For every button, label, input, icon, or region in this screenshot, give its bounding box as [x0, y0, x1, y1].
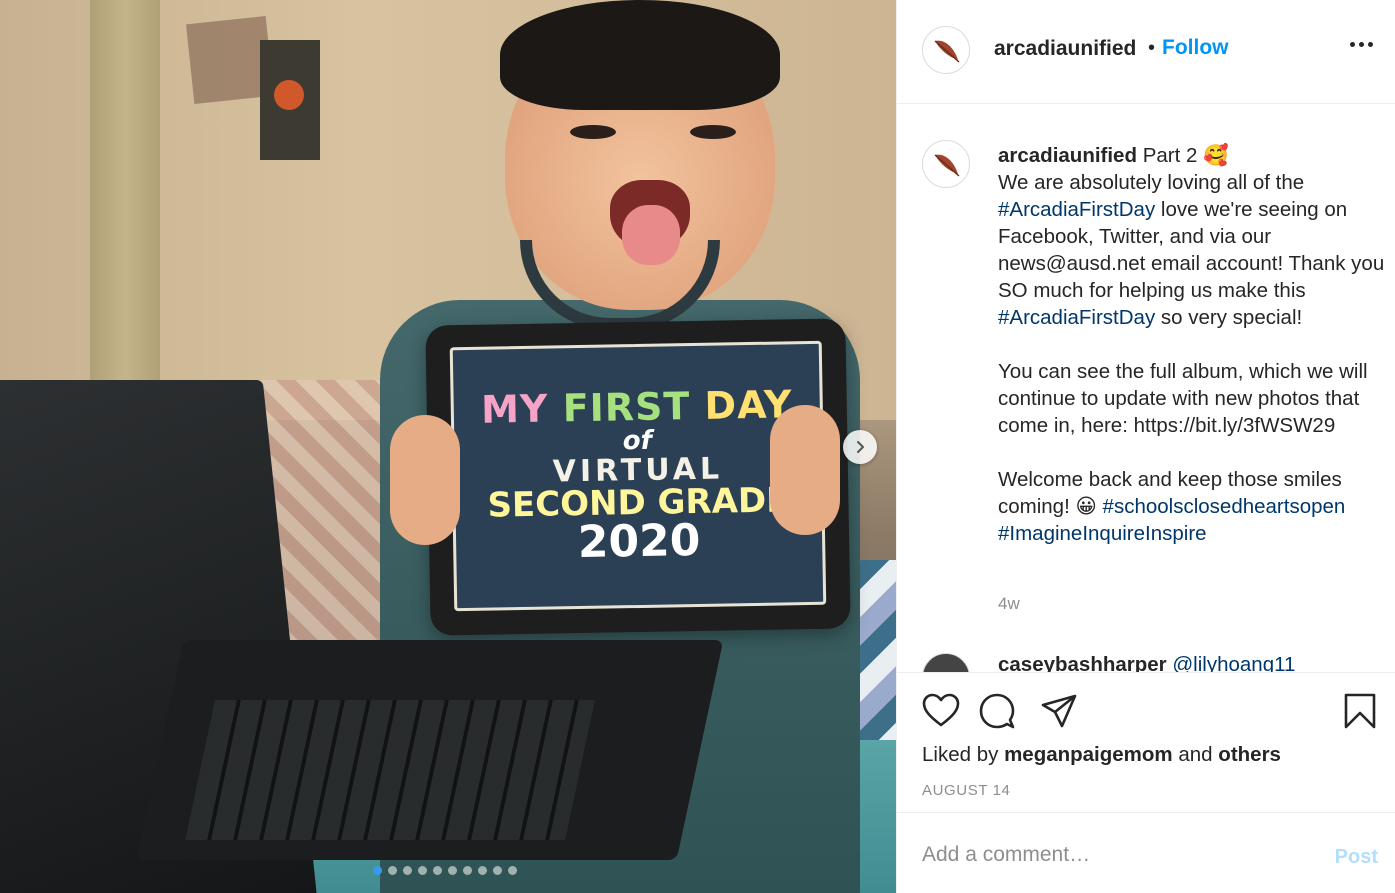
hashtag-link[interactable]: #ArcadiaFirstDay	[998, 306, 1155, 329]
caption-text: You can see the full album, which we wil…	[998, 360, 1368, 437]
carousel-dot	[448, 866, 457, 875]
comment-item: caseybashharper @lilyhoang11	[922, 653, 1392, 673]
feather-icon	[934, 40, 960, 63]
hashtag-link[interactable]: #ImagineInquireInspire	[998, 522, 1207, 545]
like-button[interactable]	[921, 691, 961, 731]
carousel-dot	[433, 866, 442, 875]
comment-username[interactable]: caseybashharper	[998, 653, 1167, 673]
liked-by-others-link[interactable]: others	[1218, 743, 1281, 766]
comment-input[interactable]	[922, 843, 1302, 867]
laptop-keyboard	[185, 700, 595, 840]
liked-by-username[interactable]: meganpaigemom	[1004, 743, 1173, 766]
child-hand	[390, 415, 460, 545]
carousel-indicator	[373, 866, 517, 875]
carousel-dot	[463, 866, 472, 875]
child-eye	[690, 125, 736, 139]
hashtag-link[interactable]: #schoolsclosedheartsopen	[1103, 495, 1346, 518]
mention-link[interactable]: @lilyhoang11	[1172, 653, 1295, 673]
caption-avatar[interactable]	[922, 140, 970, 188]
carousel-dot	[508, 866, 517, 875]
carousel-dot	[388, 866, 397, 875]
comment-icon	[979, 693, 1015, 729]
avatar[interactable]	[922, 653, 970, 673]
caption-text: We are absolutely loving all of the	[998, 171, 1305, 194]
sign-line-5: 2020	[577, 514, 701, 569]
caption-text: so very special!	[1155, 306, 1303, 329]
add-comment-bar: Post	[897, 812, 1395, 893]
share-button[interactable]	[1039, 691, 1079, 731]
heart-icon	[922, 693, 960, 727]
account-avatar[interactable]	[922, 26, 970, 74]
post-date[interactable]: AUGUST 14	[922, 782, 1011, 799]
child-eye	[570, 125, 616, 139]
chevron-right-icon	[857, 441, 864, 453]
header-username[interactable]: arcadiaunified	[994, 37, 1136, 61]
carousel-next-button[interactable]	[843, 430, 877, 464]
curtain	[90, 0, 160, 400]
bookmark-icon	[1344, 693, 1376, 729]
child-hand	[770, 405, 840, 535]
caption-timestamp[interactable]: 4w	[998, 594, 1020, 614]
wall-poster	[260, 40, 320, 160]
save-button[interactable]	[1340, 691, 1380, 731]
carousel-dot	[478, 866, 487, 875]
post-header: arcadiaunified • Follow	[897, 0, 1395, 104]
carousel-dot	[403, 866, 412, 875]
more-options-button[interactable]	[1350, 42, 1373, 47]
more-horizontal-icon	[1350, 42, 1373, 47]
share-icon	[1041, 694, 1077, 728]
caption-lead: Part 2 🥰	[1142, 144, 1229, 167]
separator-dot: •	[1148, 37, 1156, 59]
feather-icon	[934, 154, 960, 177]
caption-username[interactable]: arcadiaunified	[998, 144, 1137, 167]
post-side-panel: arcadiaunified • Follow arcadiaunified P…	[896, 0, 1395, 893]
follow-button[interactable]: Follow	[1162, 36, 1229, 60]
post-caption: arcadiaunified Part 2 🥰 We are absolutel…	[998, 142, 1388, 547]
post-actions: Liked by meganpaigemom and others AUGUST…	[897, 672, 1395, 812]
comment-button[interactable]	[977, 691, 1017, 731]
post-photo[interactable]: MY FIRST DAY of VIRTUAL SECOND GRADE 202…	[0, 0, 896, 893]
carousel-dot	[418, 866, 427, 875]
post-comment-button[interactable]: Post	[1335, 846, 1378, 869]
likes-summary: Liked by meganpaigemom and others	[922, 743, 1281, 766]
child-hair	[500, 0, 780, 110]
carousel-dot	[373, 866, 382, 875]
hashtag-link[interactable]: #ArcadiaFirstDay	[998, 198, 1155, 221]
sign-line-1: MY FIRST DAY	[480, 382, 793, 432]
carousel-dot	[493, 866, 502, 875]
comments-section[interactable]: arcadiaunified Part 2 🥰 We are absolutel…	[897, 105, 1395, 673]
sign-line-2: of	[622, 425, 653, 457]
